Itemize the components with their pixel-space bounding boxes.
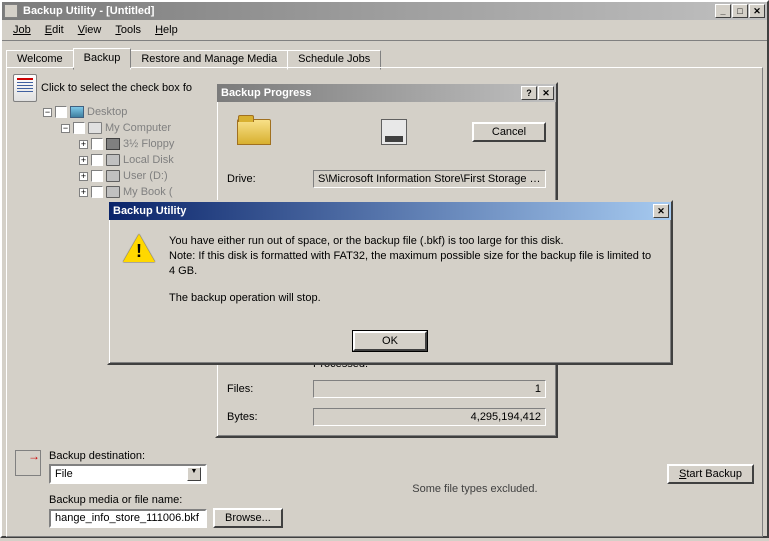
expander-desktop[interactable]: −	[43, 108, 52, 117]
folder-icon	[237, 119, 271, 145]
browse-button[interactable]: Browse...	[213, 508, 283, 528]
tab-backup[interactable]: Backup	[73, 48, 132, 68]
start-backup-button[interactable]: Start Backup	[667, 464, 754, 484]
menu-view[interactable]: View	[71, 22, 109, 38]
progress-close-button[interactable]: ✕	[538, 86, 554, 100]
destination-icon	[15, 450, 41, 476]
disk-icon	[106, 186, 120, 198]
error-line1: You have either run out of space, or the…	[169, 235, 564, 247]
progress-titlebar: Backup Progress ? ✕	[217, 84, 556, 102]
desktop-icon	[70, 106, 84, 118]
checkbox-localdisk[interactable]	[91, 154, 103, 166]
menu-edit[interactable]: Edit	[38, 22, 71, 38]
ok-button[interactable]: OK	[353, 331, 427, 351]
dest-label: Backup destination:	[49, 450, 283, 462]
main-title: Backup Utility - [Untitled]	[21, 5, 715, 17]
progress-title: Backup Progress	[219, 87, 521, 99]
expander-mybook[interactable]: +	[79, 188, 88, 197]
files-label: Files:	[227, 383, 313, 395]
error-dialog: Backup Utility ✕ You have either run out…	[107, 200, 673, 365]
menubar: Job Edit View Tools Help	[2, 20, 767, 41]
expander-floppy[interactable]: +	[79, 140, 88, 149]
error-line2: Note: If this disk is formatted with FAT…	[169, 250, 651, 277]
dest-combo[interactable]: File ▼	[49, 464, 207, 484]
tree-userd[interactable]: User (D:)	[123, 170, 168, 182]
menu-job[interactable]: Job	[6, 22, 38, 38]
error-text: You have either run out of space, or the…	[169, 234, 657, 317]
error-title: Backup Utility	[111, 205, 653, 217]
expander-userd[interactable]: +	[79, 172, 88, 181]
chevron-down-icon[interactable]: ▼	[187, 467, 201, 481]
tree-localdisk[interactable]: Local Disk	[123, 154, 174, 166]
included-note: Some file types excluded.	[291, 483, 659, 495]
drive-label: Drive:	[227, 173, 313, 185]
menu-help[interactable]: Help	[148, 22, 185, 38]
computer-icon	[88, 122, 102, 134]
app-icon	[4, 4, 18, 18]
main-titlebar: Backup Utility - [Untitled] _ □ ✕	[2, 2, 767, 20]
tree-floppy[interactable]: 3½ Floppy	[123, 138, 174, 150]
checkbox-userd[interactable]	[91, 170, 103, 182]
expander-localdisk[interactable]: +	[79, 156, 88, 165]
drive-value: S\Microsoft Information Store\First Stor…	[313, 170, 546, 188]
progress-animation	[227, 112, 407, 152]
bytes-label: Bytes:	[227, 411, 313, 423]
tree-mybook[interactable]: My Book (	[123, 186, 173, 198]
tape-drive-icon	[381, 119, 407, 145]
checkbox-mycomputer[interactable]	[73, 122, 85, 134]
warning-icon	[123, 234, 155, 266]
tab-strip: Welcome Backup Restore and Manage Media …	[6, 47, 763, 67]
tree-desktop[interactable]: Desktop	[87, 106, 127, 118]
files-value: 1	[313, 380, 546, 398]
error-titlebar: Backup Utility ✕	[109, 202, 671, 220]
checkbox-mybook[interactable]	[91, 186, 103, 198]
start-label: tart Backup	[686, 468, 742, 480]
menu-tools[interactable]: Tools	[108, 22, 148, 38]
close-button[interactable]: ✕	[749, 4, 765, 18]
checkbox-floppy[interactable]	[91, 138, 103, 150]
minimize-button[interactable]: _	[715, 4, 731, 18]
disk-icon	[106, 154, 120, 166]
error-line3: The backup operation will stop.	[169, 291, 657, 306]
expander-mycomputer[interactable]: −	[61, 124, 70, 133]
cancel-button[interactable]: Cancel	[472, 122, 546, 142]
help-button[interactable]: ?	[521, 86, 537, 100]
tree-mycomputer[interactable]: My Computer	[105, 122, 171, 134]
header-hint: Click to select the check box fo	[41, 82, 192, 94]
maximize-button[interactable]: □	[732, 4, 748, 18]
bytes-value: 4,295,194,412	[313, 408, 546, 426]
disk-icon	[106, 170, 120, 182]
dest-value: File	[55, 468, 73, 480]
media-label: Backup media or file name:	[49, 494, 283, 506]
floppy-icon	[106, 138, 120, 150]
checklist-icon	[13, 74, 37, 102]
error-close-button[interactable]: ✕	[653, 204, 669, 218]
media-input[interactable]	[49, 509, 207, 528]
checkbox-desktop[interactable]	[55, 106, 67, 118]
